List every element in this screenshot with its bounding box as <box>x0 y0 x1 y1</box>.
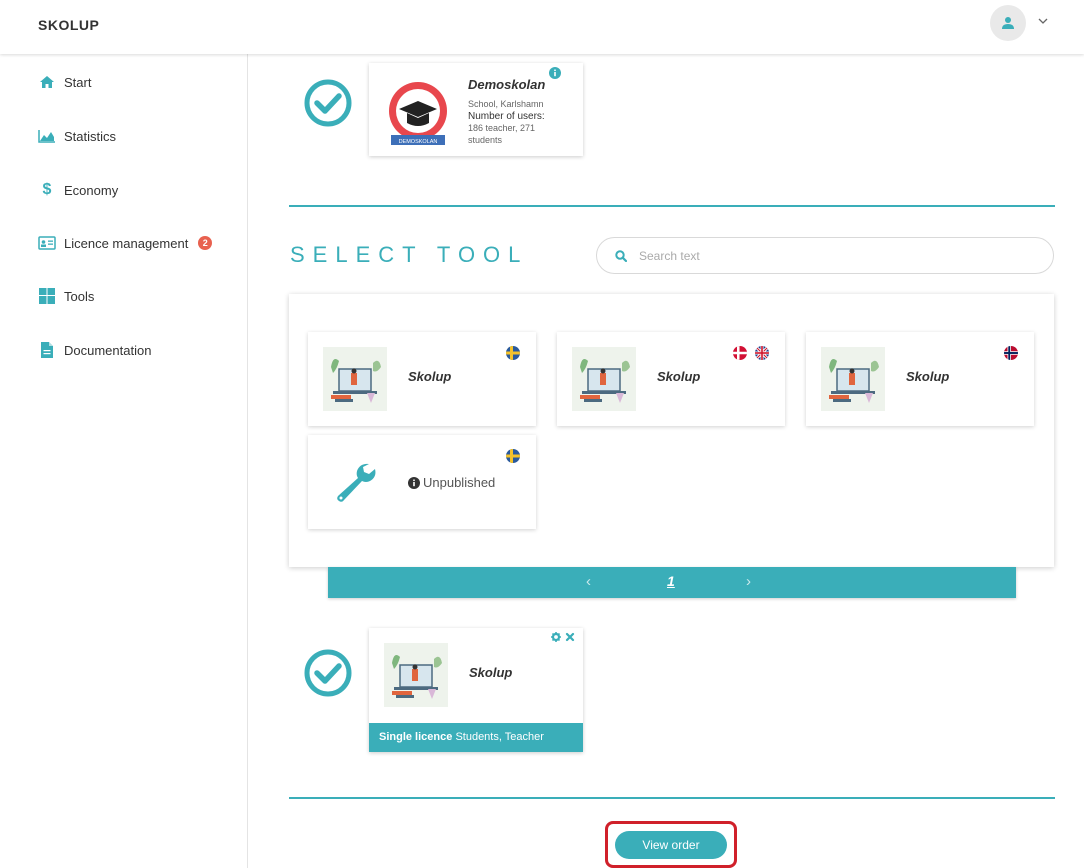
sidebar: Start Statistics $ Economy Licence manag… <box>0 54 248 868</box>
tool-name: Skolup <box>906 369 950 384</box>
tool-card-unpublished[interactable]: Unpublished <box>308 435 536 529</box>
licence-for: Students, Teacher <box>455 731 544 743</box>
tool-actions <box>551 632 575 642</box>
sidebar-item-label: Tools <box>64 288 95 304</box>
main-content: DEMOSKOLAN Demoskolan School, Karlshamn … <box>249 54 1084 868</box>
pagination-next[interactable]: › <box>746 573 751 590</box>
school-name: Demoskolan <box>468 77 546 92</box>
view-order-button[interactable]: View order <box>615 831 727 859</box>
search-icon <box>615 249 627 262</box>
divider <box>289 205 1055 207</box>
pagination-prev[interactable]: ‹ <box>586 573 591 590</box>
tool-thumbnail <box>572 347 636 411</box>
sidebar-item-label: Start <box>64 74 92 90</box>
view-order-highlight: View order <box>605 821 737 868</box>
users-label: Number of users: <box>468 111 545 122</box>
sidebar-item-statistics[interactable]: Statistics <box>38 124 116 148</box>
info-icon[interactable] <box>549 67 561 79</box>
wrench-icon <box>337 463 376 502</box>
tool-card-skolup-no[interactable]: Skolup <box>806 332 1034 426</box>
app-brand[interactable]: SKOLUP <box>38 17 99 33</box>
grid-icon <box>38 287 56 305</box>
denmark-flag-icon <box>733 346 747 360</box>
school-logo: DEMOSKOLAN <box>389 82 447 145</box>
tools-panel: Skolup Skolup Skolup Unpublished <box>289 294 1054 567</box>
top-bar: SKOLUP <box>0 0 1084 54</box>
sidebar-item-start[interactable]: Start <box>38 70 91 94</box>
divider <box>289 797 1055 799</box>
norway-flag-icon <box>1004 346 1018 360</box>
licence-info: Single licence Students, Teacher <box>369 723 583 752</box>
sidebar-item-documentation[interactable]: Documentation <box>38 338 151 362</box>
document-icon <box>38 341 56 359</box>
tool-thumbnail <box>821 347 885 411</box>
select-tool-title: SELECT TOOL <box>290 242 529 267</box>
tool-name: Skolup <box>469 665 513 680</box>
users-count: 186 teacher, 271 <box>468 123 536 133</box>
tool-thumbnail <box>384 643 448 707</box>
pagination-page[interactable]: 1 <box>667 573 675 589</box>
sidebar-item-label: Documentation <box>64 342 152 358</box>
user-icon <box>1002 17 1014 29</box>
tool-card-skolup-se[interactable]: Skolup <box>308 332 536 426</box>
sidebar-item-label: Economy <box>64 182 119 198</box>
check-circle-icon <box>304 649 352 697</box>
sidebar-item-licence-management[interactable]: Licence management 2 <box>38 231 213 255</box>
sweden-flag-icon <box>506 346 520 360</box>
info-icon <box>408 476 420 489</box>
gear-icon[interactable] <box>551 632 561 642</box>
users-count-students: students <box>468 135 503 145</box>
tool-card-skolup-dk-gb[interactable]: Skolup <box>557 332 785 426</box>
notification-badge: 2 <box>198 236 213 250</box>
sidebar-item-label: Licence management <box>64 235 189 251</box>
uk-flag-icon <box>755 346 769 360</box>
tool-name: Skolup <box>408 369 452 384</box>
licence-type: Single licence <box>379 731 453 743</box>
sidebar-item-economy[interactable]: $ Economy <box>38 178 119 202</box>
sidebar-item-label: Statistics <box>64 128 117 144</box>
school-type: School, Karlshamn <box>468 99 544 109</box>
selected-tool-card: Skolup Single licence Students, Teacher <box>369 628 583 752</box>
search-box[interactable] <box>596 237 1054 274</box>
svg-text:DEMOSKOLAN: DEMOSKOLAN <box>399 139 438 145</box>
tool-thumbnail <box>323 347 387 411</box>
school-card[interactable]: DEMOSKOLAN Demoskolan School, Karlshamn … <box>369 63 583 156</box>
check-circle-icon <box>304 79 352 127</box>
unpublished-status: Unpublished <box>408 475 495 490</box>
home-icon <box>38 73 56 91</box>
sidebar-item-tools[interactable]: Tools <box>38 284 94 308</box>
chevron-down-icon[interactable] <box>1036 14 1050 28</box>
user-avatar[interactable] <box>990 5 1026 41</box>
dollar-icon: $ <box>42 181 52 198</box>
status-label: Unpublished <box>423 475 496 490</box>
tool-name: Skolup <box>657 369 701 384</box>
area-chart-icon <box>38 127 56 145</box>
id-card-icon <box>38 234 56 252</box>
close-icon[interactable] <box>565 632 575 642</box>
sweden-flag-icon <box>506 449 520 463</box>
pagination: ‹ 1 › <box>328 567 1016 598</box>
search-input[interactable] <box>639 248 1019 263</box>
